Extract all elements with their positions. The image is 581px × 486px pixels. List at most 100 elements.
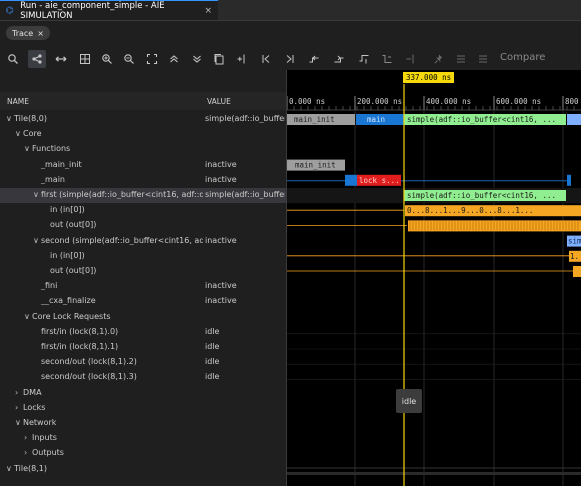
chevron-icon[interactable]: ∨ — [24, 312, 32, 321]
marker-next-icon[interactable] — [402, 50, 420, 68]
waveform-canvas: 0.000 ns 200.000 ns 400.000 ns 600.000 ns 80… — [287, 70, 581, 486]
chevron-icon[interactable]: › — [24, 448, 32, 457]
chevron-icon[interactable]: ∨ — [24, 144, 32, 153]
tree-row[interactable]: out (out[0]) — [0, 264, 287, 279]
segment-label: simple(adf::io_buffer<cint16, ... — [407, 191, 556, 200]
tree-row-value: inactive — [205, 159, 237, 169]
tree-row-label: Network — [23, 418, 57, 427]
tree-row-label: first (simple(adf::io_buffer<cint16, adf… — [41, 190, 203, 199]
waveform-panel[interactable]: 0.000 ns 200.000 ns 400.000 ns 600.000 ns 80… — [287, 70, 581, 486]
segment-label: lock s... — [359, 176, 400, 185]
tree-row[interactable]: ∨ Core — [0, 127, 287, 142]
chevron-icon[interactable]: › — [15, 403, 23, 412]
tree-row-label: in (in[0]) — [50, 205, 85, 215]
segment-label: sim — [568, 237, 581, 246]
segment-label: 0...8...1...9...0...8...1... — [407, 206, 533, 215]
tree-row[interactable]: out (out[0]) — [0, 218, 287, 233]
tree-row-label: Core — [23, 129, 42, 139]
step-in-icon[interactable] — [355, 50, 373, 68]
fit-width-icon[interactable] — [52, 50, 70, 68]
segment-next — [567, 114, 581, 125]
tree-row[interactable]: second/out (lock(8,1).3) idle — [0, 370, 287, 385]
add-marker-icon[interactable] — [233, 50, 251, 68]
tree-row-label: second (simple(adf::io_buffer<cint16, ad… — [41, 235, 203, 245]
tree-row[interactable]: first/in (lock(8,1).1) idle — [0, 340, 287, 355]
compare-button[interactable]: Compare — [500, 52, 545, 63]
tree-row[interactable]: ∨ Core Lock Requests — [0, 310, 287, 325]
tree-row[interactable]: first/in (lock(8,1).0) idle — [0, 325, 287, 340]
next-edge-icon[interactable] — [281, 50, 299, 68]
tree-row-name: › DMA — [15, 388, 203, 397]
tree-row[interactable]: › Outputs — [0, 446, 287, 461]
pin-icon[interactable] — [430, 50, 448, 68]
tree-row[interactable]: › Inputs — [0, 431, 287, 446]
tree-row[interactable]: _main inactive — [0, 173, 287, 188]
chevron-icon[interactable]: ∨ — [6, 464, 14, 473]
tree-row[interactable]: ∨ Tile(8,0) simple(adf::io_buffer — [0, 112, 287, 127]
tree-row-label: _main_init — [41, 159, 82, 169]
tree-row[interactable]: second/out (lock(8,1).2) idle — [0, 355, 287, 370]
title-bar: ⌬ Run - aie_component_simple - AIE SIMUL… — [0, 0, 581, 21]
tree-row-value: idle — [205, 326, 220, 336]
trace-chip[interactable]: Trace × — [6, 26, 50, 40]
signal-table-header: NAME VALUE — [0, 92, 287, 110]
horizontal-scrollbar — [287, 472, 581, 475]
tree-row[interactable]: › Locks — [0, 401, 287, 416]
ruler-tick-label: 200.000 ns — [357, 97, 402, 106]
tree-row-label: Outputs — [32, 448, 64, 458]
align-icon[interactable] — [452, 50, 470, 68]
graph-view-icon[interactable] — [28, 50, 46, 68]
value-tooltip: idle — [396, 389, 422, 413]
prev-edge-icon[interactable] — [257, 50, 275, 68]
chevron-icon[interactable]: ∨ — [15, 418, 23, 427]
editor-tab[interactable]: ⌬ Run - aie_component_simple - AIE SIMUL… — [0, 0, 218, 21]
tree-row-value: inactive — [205, 281, 237, 291]
chevron-icon[interactable]: ∨ — [15, 129, 23, 138]
signal-tree: ∨ Tile(8,0) simple(adf::io_buffer ∨ Core ∨ Fun… — [0, 112, 287, 482]
tree-row[interactable]: in (in[0]) — [0, 249, 287, 264]
tree-row[interactable]: _main_init inactive — [0, 158, 287, 173]
tree-row[interactable]: _fini inactive — [0, 279, 287, 294]
prev-transition-icon[interactable] — [305, 50, 323, 68]
copy-icon[interactable] — [210, 50, 228, 68]
tree-row[interactable]: in (in[0]) — [0, 203, 287, 218]
list-icon[interactable] — [474, 50, 492, 68]
tree-row[interactable]: ∨ first (simple(adf::io_buffer<cint16, ad… — [0, 188, 287, 203]
value-column-header[interactable]: VALUE — [207, 97, 231, 106]
next-transition-icon[interactable] — [330, 50, 348, 68]
chevron-icon[interactable]: ∨ — [33, 236, 41, 245]
zoom-fit-icon[interactable] — [143, 50, 161, 68]
step-out-icon[interactable] — [378, 50, 396, 68]
chevron-icon[interactable]: ∨ — [33, 190, 41, 199]
tree-row[interactable]: ∨ Functions — [0, 142, 287, 157]
chevron-icon[interactable]: › — [15, 388, 23, 397]
tree-row-name: __cxa_finalize — [33, 296, 203, 305]
chevron-icon[interactable]: ∨ — [6, 114, 14, 123]
tree-row-name: ∨ Core Lock Requests — [24, 312, 203, 321]
zoom-out-icon[interactable] — [120, 50, 138, 68]
tree-row-label: Tile(8,1) — [14, 463, 47, 473]
expand-down-icon[interactable] — [188, 50, 206, 68]
waveform-toolbar — [0, 48, 581, 70]
zoom-in-icon[interactable] — [98, 50, 116, 68]
collapse-up-icon[interactable] — [165, 50, 183, 68]
aie-simulation-icon: ⌬ — [6, 5, 14, 16]
close-tab-icon[interactable]: × — [204, 6, 212, 16]
tree-row-name: ∨ Tile(8,0) — [6, 114, 203, 123]
tree-row-name: second/out (lock(8,1).2) — [33, 357, 203, 366]
name-column-header[interactable]: NAME — [7, 97, 29, 106]
tree-row[interactable]: ∨ Network — [0, 416, 287, 431]
search-icon[interactable] — [4, 50, 22, 68]
tree-row-value: inactive — [205, 174, 237, 184]
chevron-icon[interactable]: › — [24, 433, 32, 442]
tree-row[interactable]: __cxa_finalize inactive — [0, 294, 287, 309]
tree-row[interactable]: ∨ Tile(8,1) — [0, 462, 287, 477]
grid-icon[interactable] — [76, 50, 94, 68]
tree-row[interactable]: › DMA — [0, 386, 287, 401]
tree-row[interactable]: ∨ second (simple(adf::io_buffer<cint16, a… — [0, 234, 287, 249]
tree-row-value: idle — [205, 342, 220, 351]
chip-close-icon[interactable]: × — [37, 29, 44, 38]
tree-row-value: idle — [205, 357, 220, 367]
tree-row-value: inactive — [205, 296, 237, 306]
segment-label: 1. — [570, 252, 579, 261]
